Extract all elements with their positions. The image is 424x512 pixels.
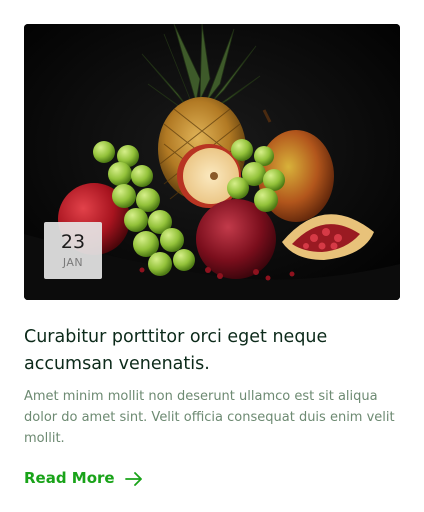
read-more-link[interactable]: Read More: [24, 467, 143, 489]
arrow-right-icon: [124, 471, 143, 486]
post-excerpt: Amet minim mollit non deserunt ullamco e…: [24, 389, 395, 446]
blog-post-card: 23 JAN Curabitur porttitor orci eget neq…: [0, 0, 424, 512]
date-month: JAN: [62, 256, 84, 269]
date-badge: 23 JAN: [44, 222, 102, 279]
post-title[interactable]: Curabitur porttitor orci eget neque accu…: [24, 324, 400, 378]
read-more-label: Read More: [24, 469, 115, 487]
date-day: 23: [60, 231, 86, 253]
